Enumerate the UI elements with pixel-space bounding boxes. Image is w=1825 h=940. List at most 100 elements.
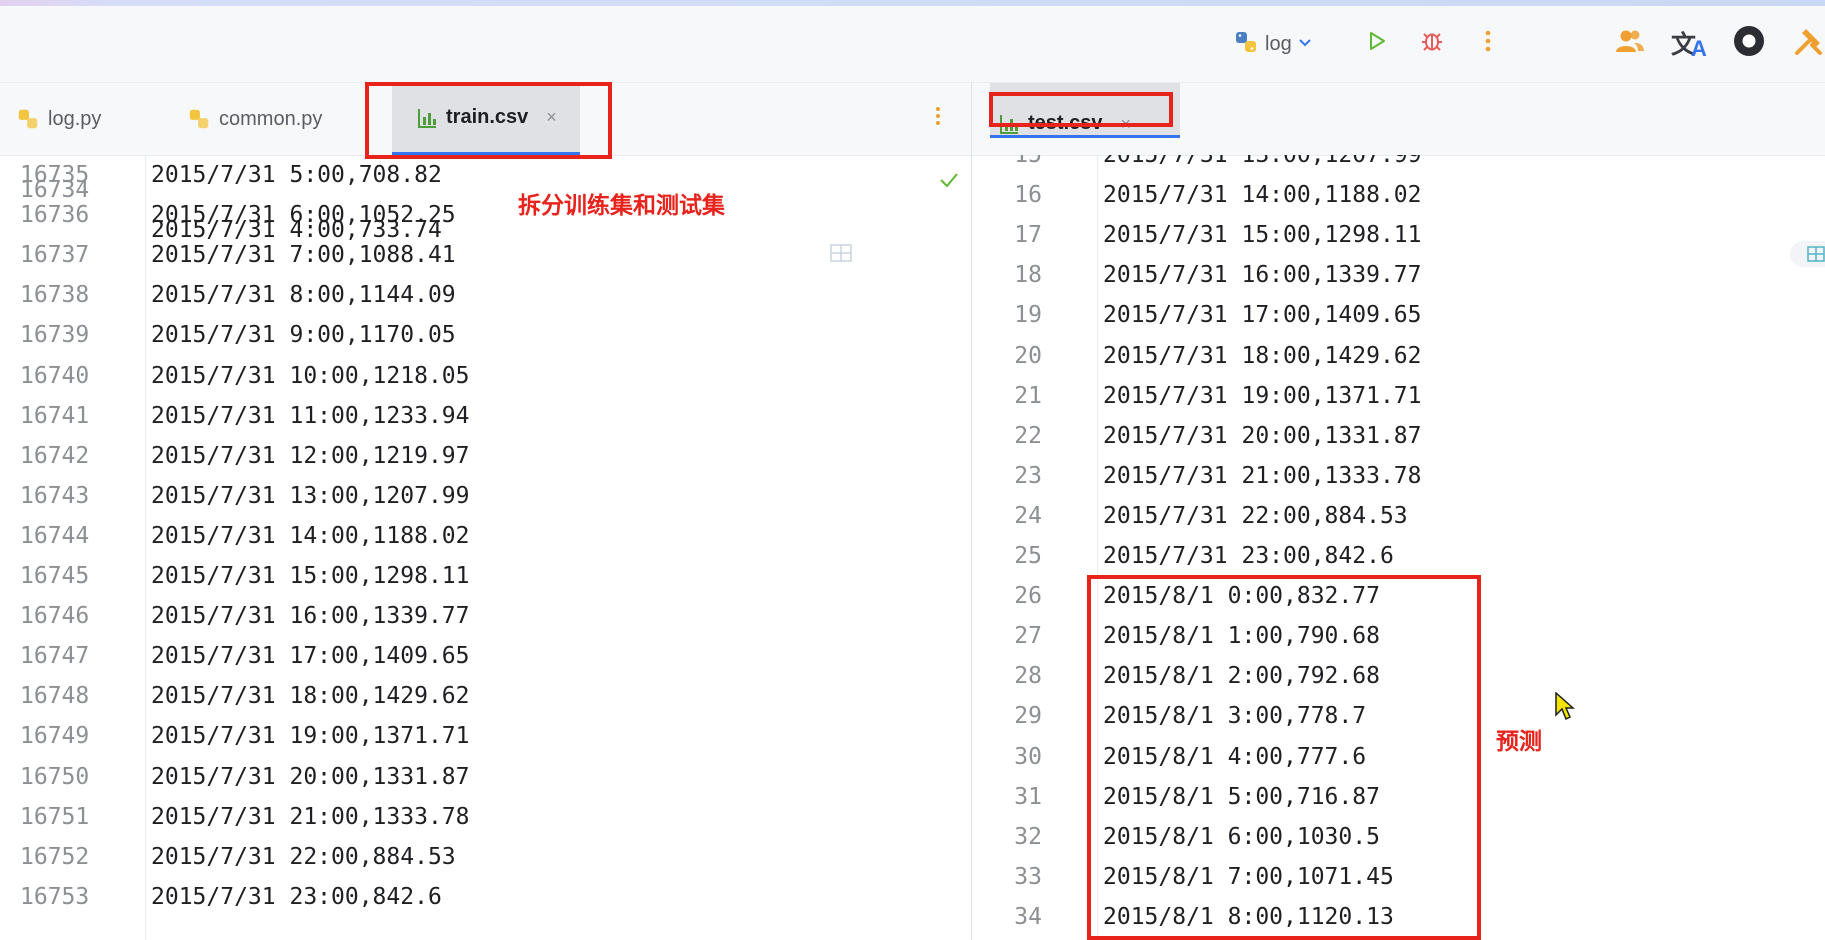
python-icon [187, 107, 211, 131]
run-button[interactable] [1362, 28, 1392, 58]
code-text: 2015/8/1 0:00,832.77 [1103, 583, 1380, 610]
predict-annotation: 预测 [1496, 728, 1542, 754]
code-text: 2015/7/31 11:00,1233.94 [151, 402, 470, 429]
code-line: 17 2015/7/31 15:00,1298.11 [972, 215, 1825, 255]
code-line: 16739 2015/7/31 9:00,1170.05 [0, 315, 971, 355]
run-config-selector[interactable]: log [1233, 26, 1312, 62]
code-text: 2015/7/31 10:00,1218.05 [151, 362, 470, 389]
line-number: 16750 [20, 763, 90, 790]
chevron-down-icon [1298, 35, 1312, 54]
code-line: 16752 2015/7/31 22:00,884.53 [0, 837, 971, 877]
close-icon[interactable]: × [1121, 114, 1132, 135]
tools-button[interactable] [1792, 26, 1825, 60]
line-number: 16737 [20, 242, 90, 269]
table-view-icon[interactable] [828, 240, 854, 266]
code-line: 16744 2015/7/31 14:00,1188.02 [0, 516, 971, 556]
code-text: 2015/7/31 8:00,1144.09 [151, 282, 456, 309]
line-number: 16740 [20, 362, 90, 389]
line-number: 27 [1014, 623, 1042, 650]
line-number: 16753 [20, 883, 90, 910]
record-icon [1733, 25, 1765, 62]
line-number: 16 [1014, 182, 1042, 209]
run-config-label: log [1265, 32, 1292, 55]
code-text: 2015/7/31 18:00,1429.62 [1103, 342, 1422, 369]
record-button[interactable] [1732, 25, 1766, 62]
debug-button[interactable] [1417, 28, 1447, 58]
line-number: 15 [1014, 155, 1042, 168]
code-text: 2015/7/31 7:00,1088.41 [151, 242, 456, 269]
code-line: 24 2015/7/31 22:00,884.53 [972, 496, 1825, 536]
line-number: 16744 [20, 522, 90, 549]
code-line: 16743 2015/7/31 13:00,1207.99 [0, 476, 971, 516]
python-icon [1233, 29, 1259, 60]
tab-label: train.csv [446, 106, 529, 128]
tab-train-csv[interactable]: train.csv × [392, 83, 580, 155]
main-toolbar: log 文 A [0, 6, 1825, 83]
line-number: 16735 [20, 162, 90, 188]
code-text: 2015/7/31 22:00,884.53 [1103, 502, 1408, 529]
code-line: 25 2015/7/31 23:00,842.6 [972, 536, 1825, 576]
csv-chart-icon [998, 113, 1020, 135]
line-number: 16743 [20, 482, 90, 509]
line-number: 22 [1014, 422, 1042, 449]
code-line: 16751 2015/7/31 21:00,1333.78 [0, 797, 971, 837]
run-icon [1367, 30, 1387, 57]
line-number: 26 [1014, 583, 1042, 610]
editor-test-csv[interactable]: 15 2015/7/31 13:00,1207.99 16 2015/7/31 14:… [972, 155, 1825, 940]
code-text: 2015/7/31 5:00,708.82 [151, 162, 442, 188]
more-actions-button[interactable] [1474, 28, 1502, 58]
tab-label: common.py [219, 107, 323, 130]
tools-icon [1792, 25, 1824, 62]
table-view-icon[interactable] [1790, 241, 1825, 267]
code-text: 2015/8/1 8:00,1120.13 [1103, 903, 1394, 930]
line-number: 34 [1014, 903, 1042, 930]
line-number: 17 [1014, 222, 1042, 249]
code-line: 16753 2015/7/31 23:00,842.6 [0, 877, 971, 917]
code-line: 34 2015/8/1 8:00,1120.13 [972, 897, 1825, 937]
tab-options-button[interactable] [930, 103, 946, 133]
csv-chart-icon [416, 107, 438, 129]
line-number: 16752 [20, 843, 90, 870]
line-number: 16751 [20, 803, 90, 830]
code-text: 2015/7/31 15:00,1298.11 [1103, 222, 1422, 249]
code-text: 2015/7/31 6:00,1052.25 [151, 202, 456, 229]
code-line: 16735 2015/7/31 5:00,708.82 [0, 155, 971, 195]
code-text: 2015/7/31 16:00,1339.77 [151, 603, 470, 630]
python-icon [16, 107, 40, 131]
code-line: 27 2015/8/1 1:00,790.68 [972, 616, 1825, 656]
line-number: 28 [1014, 663, 1042, 690]
code-text: 2015/7/31 21:00,1333.78 [151, 803, 470, 830]
code-text: 2015/7/31 12:00,1219.97 [151, 442, 470, 469]
tab-common-py[interactable]: common.py [187, 83, 387, 155]
more-icon [1485, 29, 1491, 58]
code-line: 16738 2015/7/31 8:00,1144.09 [0, 275, 971, 315]
code-line: 20 2015/7/31 18:00,1429.62 [972, 336, 1825, 376]
code-line: 21 2015/7/31 19:00,1371.71 [972, 376, 1825, 416]
tab-test-csv[interactable]: test.csv × [990, 83, 1180, 138]
line-number: 31 [1014, 783, 1042, 810]
line-number: 19 [1014, 302, 1042, 329]
translate-button[interactable]: 文 A [1670, 26, 1710, 61]
code-line: 16 2015/7/31 14:00,1188.02 [972, 175, 1825, 215]
tab-label: test.csv [1028, 112, 1103, 134]
line-number: 16738 [20, 282, 90, 309]
code-line: 16750 2015/7/31 20:00,1331.87 [0, 757, 971, 797]
line-number: 16747 [20, 643, 90, 670]
code-text: 2015/8/1 6:00,1030.5 [1103, 823, 1380, 850]
code-with-me-button[interactable] [1613, 26, 1647, 60]
editor-train-csv[interactable]: 16734 2015/7/31 4:00,733.74 16735 2015/7/… [0, 155, 971, 940]
line-number: 21 [1014, 382, 1042, 409]
line-number: 29 [1014, 703, 1042, 730]
line-number: 23 [1014, 462, 1042, 489]
code-text: 2015/8/1 5:00,716.87 [1103, 783, 1380, 810]
code-line: 22 2015/7/31 20:00,1331.87 [972, 416, 1825, 456]
code-line: 18 2015/7/31 16:00,1339.77 [972, 255, 1825, 295]
line-number: 32 [1014, 823, 1042, 850]
code-line: 16741 2015/7/31 11:00,1233.94 [0, 396, 971, 436]
code-text: 2015/8/1 4:00,777.6 [1103, 743, 1367, 770]
line-number: 18 [1014, 262, 1042, 289]
close-icon[interactable]: × [546, 107, 557, 128]
tab-log-py[interactable]: log.py [16, 83, 166, 155]
code-line: 29 2015/8/1 3:00,778.7 [972, 696, 1825, 736]
code-line: 16737 2015/7/31 7:00,1088.41 [0, 235, 971, 275]
